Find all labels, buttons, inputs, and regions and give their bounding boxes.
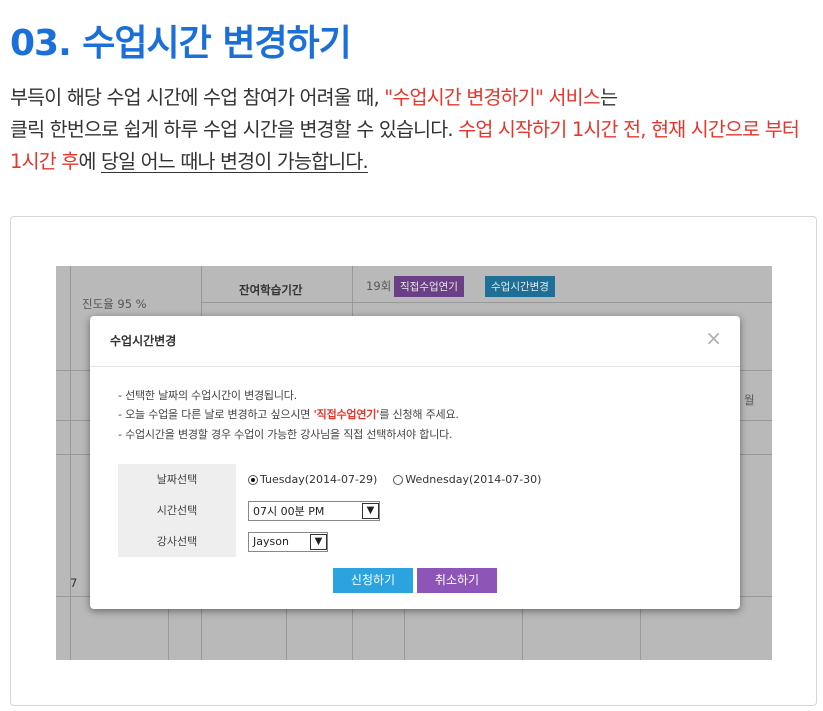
teacher-value-wrap: Jayson ▼	[248, 526, 328, 557]
chevron-down-icon[interactable]: ▼	[310, 533, 327, 550]
time-value-wrap: 07시 00분 PM ▼	[248, 495, 380, 526]
date-label: 날짜선택	[118, 464, 236, 495]
description: 부득이 해당 수업 시간에 수업 참여가 어려울 때, "수업시간 변경하기" …	[10, 82, 815, 178]
time-select-value: 07시 00분 PM	[253, 504, 325, 518]
progress-text: 진도율 95 %	[82, 297, 147, 311]
cancel-button[interactable]: 취소하기	[417, 568, 497, 593]
desc-underlined: 당일 어느 때나 변경이 가능합니다.	[100, 150, 369, 173]
time-row: 시간선택 07시 00분 PM ▼	[118, 495, 596, 526]
date-row: 날짜선택 Tuesday(2014-07-29) Wednesday(2014-…	[118, 464, 596, 495]
remaining-value: 19회	[366, 279, 392, 293]
notice-text: 를 신청해 주세요.	[379, 408, 459, 421]
desc-service-name: "수업시간 변경하기" 서비스	[384, 86, 600, 109]
desc-text: 는	[599, 86, 618, 109]
teacher-select[interactable]: Jayson ▼	[248, 531, 328, 552]
notice-highlight: '직접수업연기'	[313, 408, 380, 421]
chevron-down-icon[interactable]: ▼	[362, 502, 379, 519]
change-time-button[interactable]: 수업시간변경	[485, 276, 555, 297]
postpone-button[interactable]: 직접수업연기	[394, 276, 464, 297]
teacher-select-value: Jayson	[253, 535, 289, 548]
notice-line-1: - 선택한 날짜의 수업시간이 변경됩니다.	[118, 389, 297, 402]
modal-header: 수업시간변경 ×	[90, 316, 740, 367]
close-icon[interactable]: ×	[705, 328, 722, 348]
date-option-2-label[interactable]: Wednesday(2014-07-30)	[405, 473, 541, 486]
grid-line	[201, 302, 772, 303]
remaining-label: 잔여학습기간	[239, 283, 303, 297]
notice-text: - 오늘 수업을 다른 날로 변경하고 싶으시면	[118, 408, 314, 421]
teacher-label: 강사선택	[118, 526, 236, 557]
desc-text: 부득이 해당 수업 시간에 수업 참여가 어려울 때,	[10, 86, 385, 109]
date-radio-1[interactable]	[248, 474, 258, 485]
change-form: 날짜선택 Tuesday(2014-07-29) Wednesday(2014-…	[118, 464, 596, 557]
page-title: 03. 수업시간 변경하기	[10, 23, 352, 64]
grid-line	[70, 266, 71, 660]
time-label: 시간선택	[118, 495, 236, 526]
notice-line-2: - 오늘 수업을 다른 날로 변경하고 싶으시면 '직접수업연기'를 신청해 주…	[118, 406, 459, 422]
date-radio-2[interactable]	[393, 474, 404, 485]
date-option-1-label[interactable]: Tuesday(2014-07-29)	[260, 473, 377, 486]
apply-button[interactable]: 신청하기	[333, 568, 413, 593]
row-number: 7	[70, 576, 78, 590]
desc-text: 클릭 한번으로 쉽게 하루 수업 시간을 변경할 수 있습니다.	[10, 118, 459, 141]
month-suffix: 월	[744, 393, 755, 407]
teacher-row: 강사선택 Jayson ▼	[118, 526, 596, 557]
date-options: Tuesday(2014-07-29) Wednesday(2014-07-30…	[248, 464, 541, 495]
notice-line-3: - 수업시간을 변경할 경우 수업이 가능한 강사님을 직접 선택하셔야 합니다…	[118, 428, 453, 441]
desc-text: 에	[78, 150, 101, 173]
time-select[interactable]: 07시 00분 PM ▼	[248, 500, 380, 521]
change-time-modal: 수업시간변경 × - 선택한 날짜의 수업시간이 변경됩니다. - 오늘 수업을…	[90, 316, 740, 609]
modal-title: 수업시간변경	[110, 334, 177, 348]
